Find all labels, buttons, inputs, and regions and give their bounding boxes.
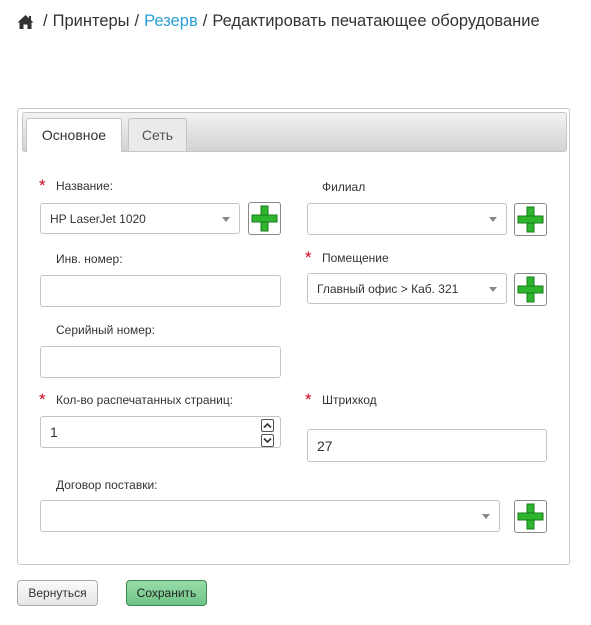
form-panel: Основное Сеть * Название: HP LaserJet 10… <box>17 108 570 565</box>
branch-select[interactable] <box>307 203 507 235</box>
required-marker: * <box>305 248 312 267</box>
required-marker: * <box>39 390 46 409</box>
add-contract-button[interactable] <box>514 500 547 533</box>
serial-number-input[interactable] <box>40 346 281 378</box>
breadcrumb-separator: / <box>134 12 140 30</box>
breadcrumb-printers[interactable]: Принтеры <box>53 12 130 31</box>
name-select[interactable]: HP LaserJet 1020 <box>40 203 240 234</box>
breadcrumb: / Принтеры / Резерв / Редактировать печа… <box>17 12 540 31</box>
chevron-down-icon <box>222 216 230 222</box>
add-name-button[interactable] <box>248 202 281 235</box>
tab-bar: Основное Сеть <box>22 112 567 152</box>
pages-printed-value: 1 <box>50 424 58 440</box>
breadcrumb-separator: / <box>43 12 48 30</box>
back-button[interactable]: Вернуться <box>17 580 98 606</box>
breadcrumb-reserve-link[interactable]: Резерв <box>144 12 198 31</box>
number-spinner <box>261 419 274 447</box>
inv-number-label: Инв. номер: <box>56 252 123 266</box>
name-select-value: HP LaserJet 1020 <box>50 211 146 226</box>
breadcrumb-separator: / <box>202 12 208 30</box>
room-select[interactable]: Главный офис > Каб. 321 <box>307 273 507 304</box>
add-room-button[interactable] <box>514 273 547 306</box>
spin-down-button[interactable] <box>261 434 274 447</box>
tab-network[interactable]: Сеть <box>128 118 187 151</box>
barcode-label: * Штрихкод <box>305 390 377 409</box>
inv-number-input[interactable] <box>40 275 281 307</box>
chevron-down-icon <box>489 217 497 222</box>
chevron-up-icon <box>263 422 272 429</box>
room-select-value: Главный офис > Каб. 321 <box>317 281 459 296</box>
home-icon[interactable] <box>17 14 34 30</box>
required-marker: * <box>305 390 312 409</box>
barcode-value: 27 <box>317 437 333 454</box>
plus-icon <box>517 503 544 530</box>
contract-label: Договор поставки: <box>56 478 158 492</box>
room-label: * Помещение <box>305 248 389 267</box>
branch-label: Филиал <box>322 180 366 194</box>
save-button[interactable]: Сохранить <box>126 580 207 606</box>
add-branch-button[interactable] <box>514 203 547 236</box>
chevron-down-icon <box>482 514 490 519</box>
contract-select[interactable] <box>40 500 500 532</box>
name-label: * Название: <box>39 176 113 195</box>
pages-printed-label: * Кол-во распечатанных страниц: <box>39 390 234 409</box>
plus-icon <box>517 276 544 303</box>
serial-number-label: Серийный номер: <box>56 323 155 337</box>
chevron-down-icon <box>489 286 497 292</box>
barcode-input[interactable]: 27 <box>307 429 547 462</box>
required-marker: * <box>39 176 46 195</box>
pages-printed-input[interactable]: 1 <box>40 416 281 448</box>
breadcrumb-current: Редактировать печатающее оборудование <box>212 12 540 30</box>
tab-main[interactable]: Основное <box>26 118 122 152</box>
plus-icon <box>517 206 544 233</box>
plus-icon <box>251 205 278 232</box>
chevron-down-icon <box>263 437 272 444</box>
spin-up-button[interactable] <box>261 419 274 432</box>
